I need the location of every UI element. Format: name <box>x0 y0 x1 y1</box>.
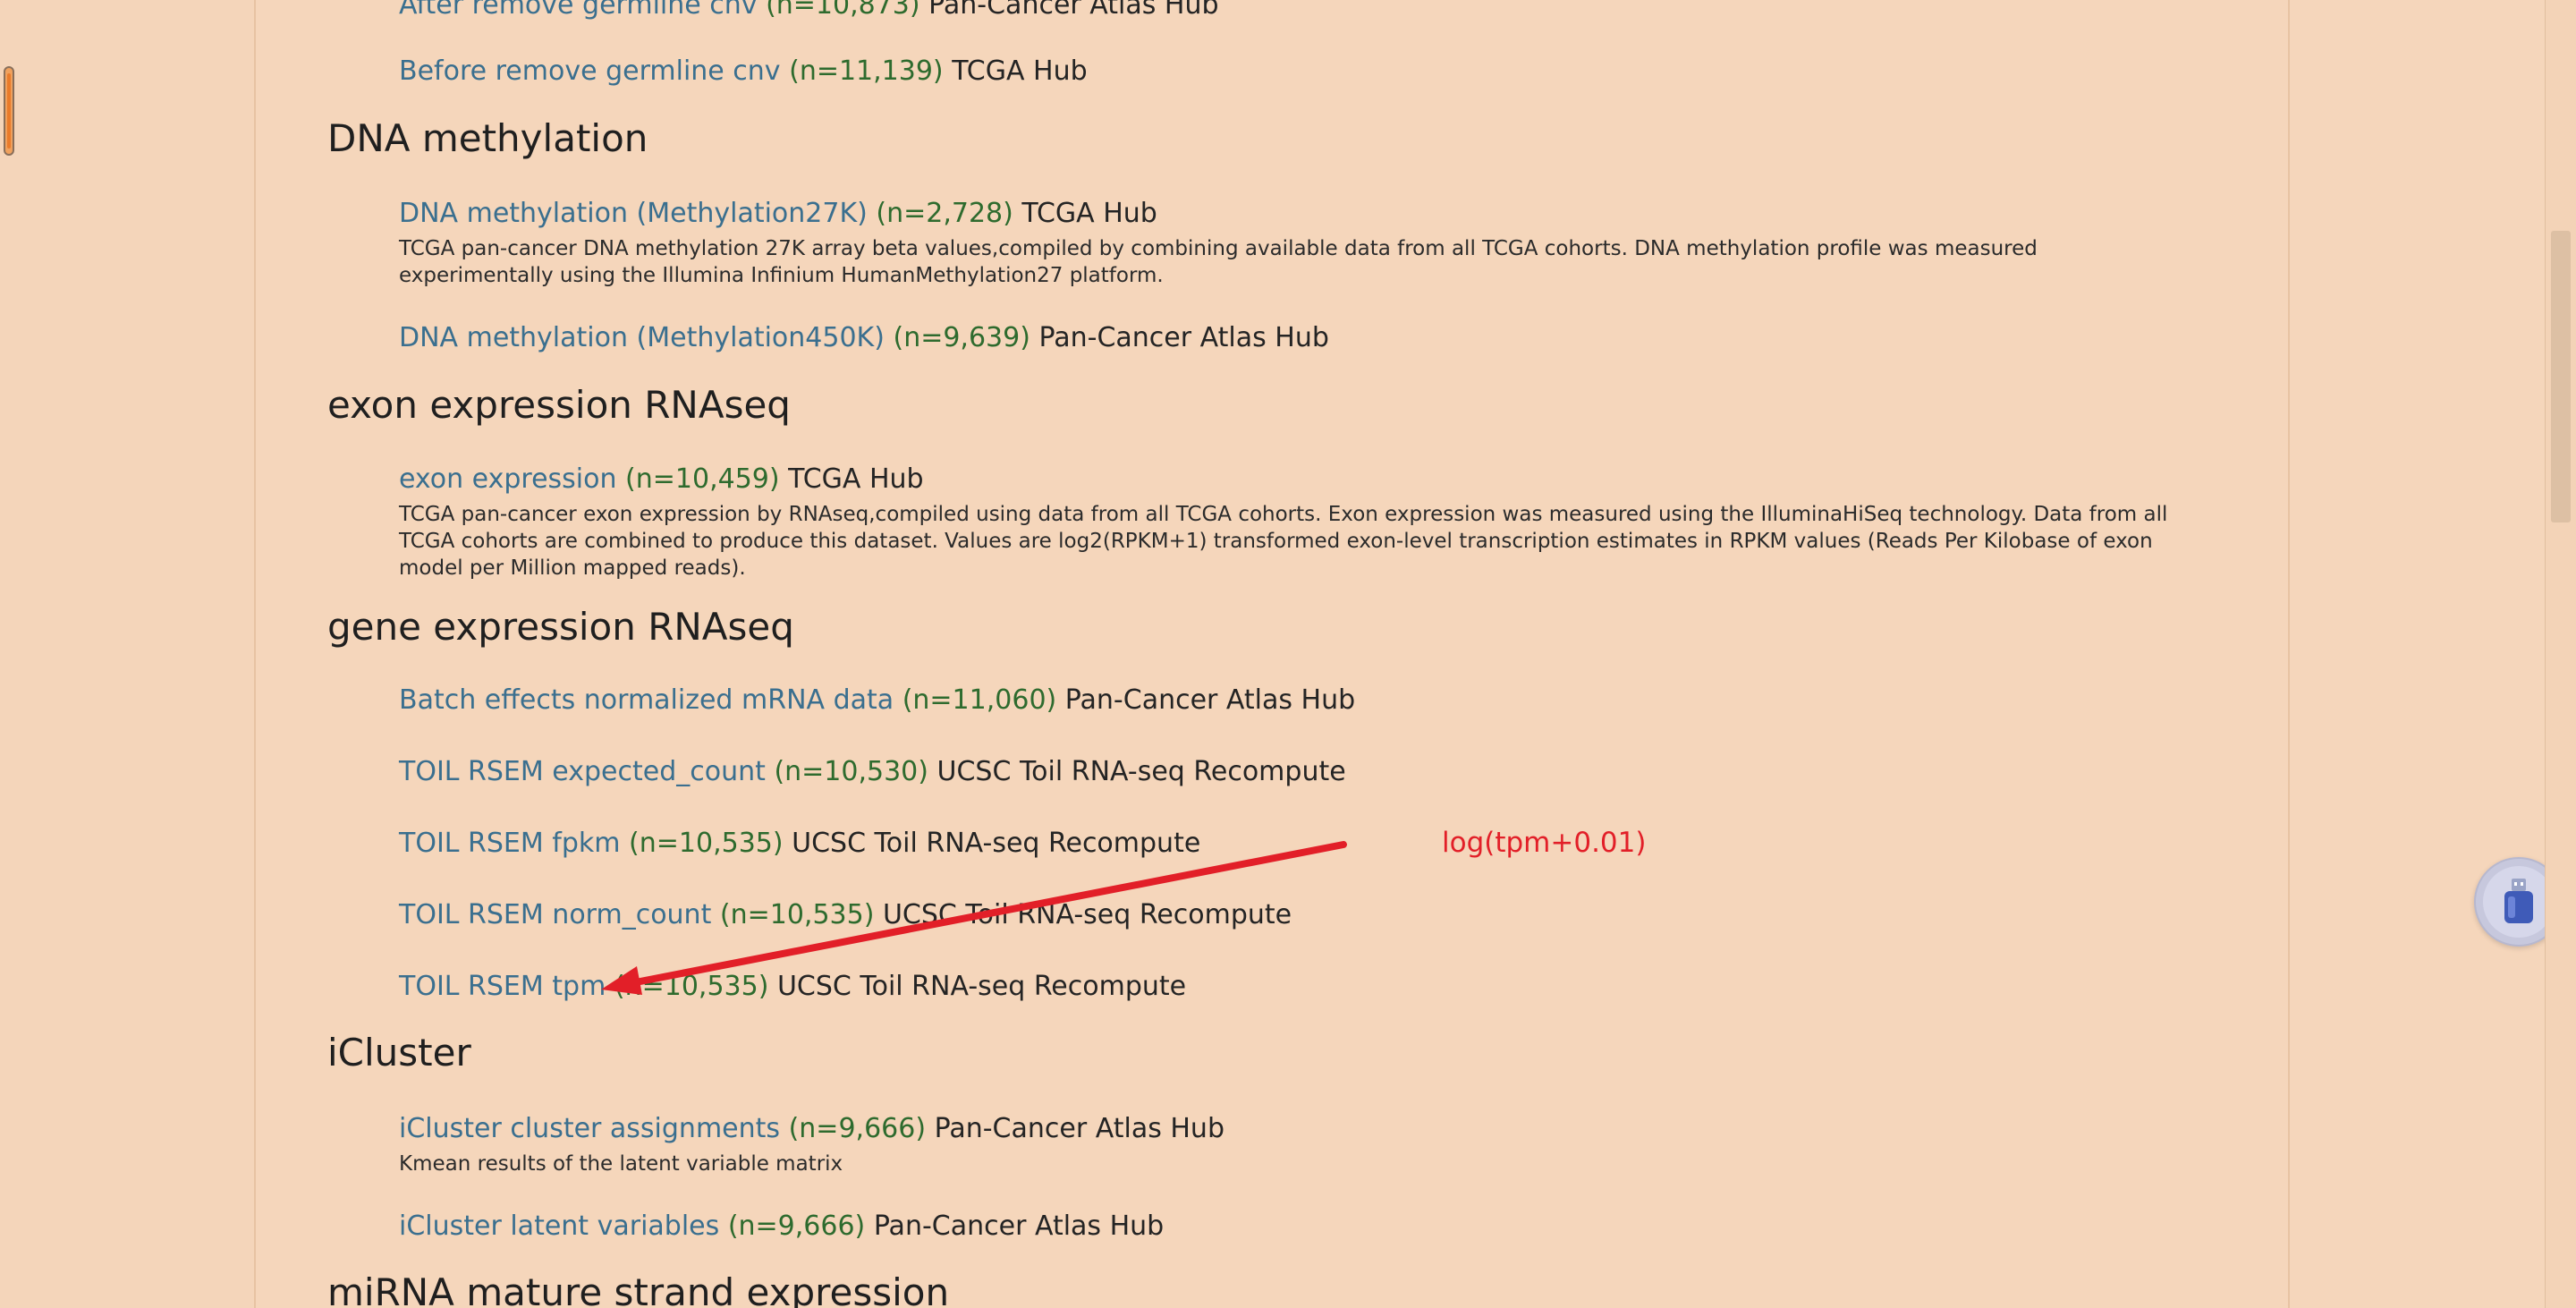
dataset-entry: Batch effects normalized mRNA data (n=11… <box>399 683 2197 718</box>
section-title: DNA methylation <box>327 116 648 160</box>
dataset-link[interactable]: TOIL RSEM tpm <box>399 971 606 1002</box>
dataset-description: TCGA pan-cancer DNA methylation 27K arra… <box>399 237 2038 287</box>
dataset-link[interactable]: TOIL RSEM fpkm <box>399 828 621 859</box>
hub-name: Pan-Cancer Atlas Hub <box>1038 322 1329 353</box>
sample-count: (n=10,873) <box>766 0 920 21</box>
dataset-entry: TOIL RSEM tpm (n=10,535) UCSC Toil RNA-s… <box>399 969 2197 1005</box>
rail-handle[interactable] <box>4 66 14 156</box>
sample-count: (n=11,139) <box>789 55 944 87</box>
section-title: iCluster <box>327 1031 471 1074</box>
dataset-link[interactable]: After remove germline cnv <box>399 0 758 21</box>
section-title: exon expression RNAseq <box>327 383 791 427</box>
dataset-link[interactable]: iCluster cluster assignments <box>399 1113 780 1144</box>
dataset-entry: TOIL RSEM norm_count (n=10,535) UCSC Toi… <box>399 897 2197 933</box>
scrollbar-thumb[interactable] <box>2551 231 2571 522</box>
sample-count: (n=10,530) <box>774 756 928 787</box>
dataset-entry: DNA methylation (Methylation450K) (n=9,6… <box>399 320 2197 356</box>
dataset-entry: DNA methylation (Methylation27K) (n=2,72… <box>399 196 2197 289</box>
dataset-link[interactable]: TOIL RSEM norm_count <box>399 899 711 930</box>
dataset-description: Kmean results of the latent variable mat… <box>399 1152 843 1176</box>
dataset-entry: iCluster cluster assignments (n=9,666) P… <box>399 1111 2197 1177</box>
vertical-scrollbar[interactable] <box>2545 0 2576 1308</box>
hub-name: TCGA Hub <box>952 55 1088 87</box>
dataset-entry: iCluster latent variables (n=9,666) Pan-… <box>399 1209 2197 1244</box>
dataset-entry: exon expression (n=10,459) TCGA Hub TCGA… <box>399 462 2197 582</box>
hub-name: Pan-Cancer Atlas Hub <box>928 0 1219 21</box>
dataset-link[interactable]: Before remove germline cnv <box>399 55 781 87</box>
hub-name: UCSC Toil RNA-seq Recompute <box>792 828 1201 859</box>
annotation-text: log(tpm+0.01) <box>1442 827 1647 859</box>
sample-count: (n=10,535) <box>614 971 769 1002</box>
hub-name: UCSC Toil RNA-seq Recompute <box>776 971 1187 1002</box>
hub-name: Pan-Cancer Atlas Hub <box>1064 684 1356 716</box>
sample-count: (n=9,639) <box>893 322 1030 353</box>
sample-count: (n=10,535) <box>719 899 875 930</box>
dataset-link[interactable]: DNA methylation (Methylation450K) <box>399 322 885 353</box>
sample-count: (n=2,728) <box>876 198 1013 229</box>
sample-count: (n=10,535) <box>629 828 784 859</box>
section-title: gene expression RNAseq <box>327 605 794 649</box>
dataset-link[interactable]: Batch effects normalized mRNA data <box>399 684 894 716</box>
hub-name: TCGA Hub <box>1021 198 1157 229</box>
sample-count: (n=9,666) <box>727 1210 866 1242</box>
dataset-description: TCGA pan-cancer exon expression by RNAse… <box>399 503 2168 580</box>
hub-name: TCGA Hub <box>788 463 924 495</box>
left-rail <box>0 0 254 1308</box>
sample-count: (n=9,666) <box>788 1113 927 1144</box>
hub-name: UCSC Toil RNA-seq Recompute <box>882 899 1292 930</box>
dataset-entry: TOIL RSEM expected_count (n=10,530) UCSC… <box>399 754 2197 790</box>
section-title: miRNA mature strand expression <box>327 1270 950 1308</box>
dataset-entry: TOIL RSEM fpkm (n=10,535) UCSC Toil RNA-… <box>399 826 2197 862</box>
dataset-link[interactable]: DNA methylation (Methylation27K) <box>399 198 868 229</box>
sample-count: (n=11,060) <box>902 684 1057 716</box>
dataset-entry: After remove germline cnv (n=10,873) Pan… <box>399 0 2197 23</box>
hub-name: Pan-Cancer Atlas Hub <box>873 1210 1165 1242</box>
dataset-entry: Before remove germline cnv (n=11,139) TC… <box>399 54 2197 89</box>
sample-count: (n=10,459) <box>625 463 780 495</box>
dataset-link[interactable]: iCluster latent variables <box>399 1210 719 1242</box>
usb-drive-icon <box>2504 879 2533 923</box>
hub-name: UCSC Toil RNA-seq Recompute <box>936 756 1346 787</box>
dataset-list: After remove germline cnv (n=10,873) Pan… <box>254 0 2290 1308</box>
hub-name: Pan-Cancer Atlas Hub <box>934 1113 1224 1144</box>
dataset-link[interactable]: exon expression <box>399 463 617 495</box>
dataset-link[interactable]: TOIL RSEM expected_count <box>399 756 766 787</box>
